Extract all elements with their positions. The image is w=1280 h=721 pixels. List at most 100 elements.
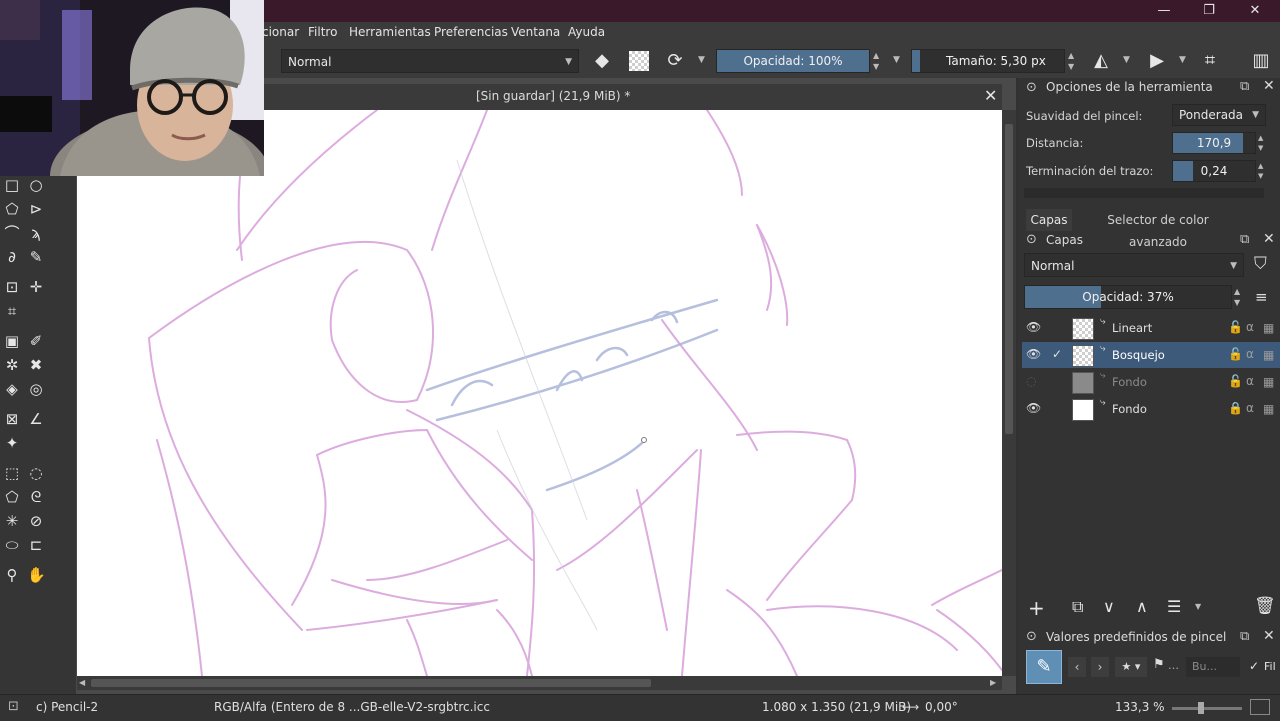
layer-row[interactable]: 👁 ⤷ Fondo 🔒 α ▦	[1022, 396, 1280, 422]
colorize-mask-icon[interactable]: ✖	[27, 356, 45, 374]
bookmark-icon[interactable]: ⚑	[1153, 657, 1165, 672]
zoom-tool-icon[interactable]: ⚲	[3, 566, 21, 584]
maximize-button[interactable]: ❐	[1197, 2, 1221, 20]
layer-opacity-stepper[interactable]: ▲ ▼	[1234, 286, 1240, 308]
chevron-down-icon[interactable]: ▼	[1195, 602, 1201, 611]
float-docker-icon[interactable]: ⧉	[1240, 79, 1249, 94]
tag-filter-icon[interactable]: ★ ▾	[1115, 657, 1147, 677]
gradient-tool-icon[interactable]: ▣	[3, 332, 21, 350]
opacity-slider[interactable]: Opacidad: 100%	[716, 49, 870, 73]
duplicate-layer-icon[interactable]: ⧉	[1072, 597, 1083, 617]
tool-options-scrollbar[interactable]	[1024, 188, 1264, 198]
freehand-select-icon[interactable]: ᘓ	[27, 488, 45, 506]
ellipse-tool-icon[interactable]: ○	[27, 176, 45, 194]
blend-mode-select[interactable]: Normal ▼	[281, 49, 579, 73]
menu-tools[interactable]: Herramientas	[349, 25, 431, 39]
freehand-path-icon[interactable]: ϡ	[27, 224, 45, 242]
similar-select-icon[interactable]: ⊘	[27, 512, 45, 530]
layer-blend-mode-select[interactable]: Normal ▼	[1024, 253, 1244, 277]
current-brush-preset-icon[interactable]: ✎	[1026, 650, 1062, 684]
layer-menu-icon[interactable]: ≡	[1255, 288, 1268, 306]
wrap-around-icon[interactable]: ⌗	[1199, 50, 1221, 72]
size-slider[interactable]: Tamaño: 5,30 px	[911, 49, 1065, 73]
smart-patch-icon[interactable]: ✲	[3, 356, 21, 374]
magnetic-select-icon[interactable]: ⊏	[27, 536, 45, 554]
delete-layer-icon[interactable]: 🗑	[1254, 596, 1276, 616]
polygon-tool-icon[interactable]: ⬠	[3, 200, 21, 218]
move-layer-up-icon[interactable]: ∧	[1136, 597, 1148, 616]
reload-preset-icon[interactable]: ⟳	[664, 50, 686, 72]
more-icon[interactable]: …	[1168, 659, 1179, 672]
vertical-scroll-thumb[interactable]	[1005, 124, 1013, 434]
drawing-canvas[interactable]	[77, 110, 1002, 676]
menu-window[interactable]: Ventana	[511, 25, 560, 39]
rect-select-icon[interactable]: ⬚	[3, 464, 21, 482]
inherit-alpha-icon[interactable]: ▦	[1263, 402, 1274, 416]
assistant-tool-icon[interactable]: ⊠	[3, 410, 21, 428]
menu-select[interactable]: cionar	[262, 25, 299, 39]
distance-slider[interactable]: 170,9	[1172, 132, 1256, 154]
vertical-scrollbar[interactable]	[1002, 110, 1016, 676]
close-docker-icon[interactable]: ✕	[1263, 231, 1275, 247]
lock-icon[interactable]: 🔓	[1228, 347, 1243, 361]
menu-preferences[interactable]: Preferencias	[434, 25, 508, 39]
close-window-button[interactable]: ✕	[1243, 2, 1267, 20]
hidden-eye-icon[interactable]: ◌	[1026, 374, 1036, 388]
chevron-down-icon[interactable]: ▼	[1123, 55, 1130, 65]
mirror-vertical-icon[interactable]: ▶	[1146, 50, 1168, 72]
rotation-icon[interactable]: ⟷	[902, 700, 919, 714]
rectangle-tool-icon[interactable]: □	[3, 176, 21, 194]
move-tool-icon[interactable]: ✛	[27, 278, 45, 296]
smoothing-select[interactable]: Ponderada ▼	[1172, 104, 1266, 126]
visibility-eye-icon[interactable]: 👁	[1026, 347, 1041, 361]
dynamic-brush-icon[interactable]: ∂	[3, 248, 21, 266]
filter-icon[interactable]: ⛉	[1254, 254, 1267, 274]
filter-checkbox[interactable]: ✓	[1249, 659, 1259, 673]
add-layer-icon[interactable]: +	[1028, 596, 1045, 620]
size-stepper[interactable]: ▲ ▼	[1068, 50, 1074, 72]
opacity-stepper[interactable]: ▲ ▼	[873, 50, 879, 72]
minimize-button[interactable]: —	[1152, 2, 1176, 20]
previous-preset-icon[interactable]: ‹	[1068, 657, 1086, 677]
alpha-icon[interactable]: α	[1246, 320, 1254, 334]
scroll-left-icon[interactable]: ◀	[79, 678, 85, 687]
close-docker-icon[interactable]: ✕	[1263, 628, 1275, 644]
workspace-icon[interactable]: ▥	[1250, 50, 1272, 72]
lock-icon[interactable]: 🔓	[1228, 320, 1243, 334]
chevron-down-icon[interactable]: ▼	[1179, 55, 1186, 65]
color-picker-icon[interactable]: ✐	[27, 332, 45, 350]
preset-search-input[interactable]: Bu...	[1186, 657, 1240, 677]
layer-row[interactable]: ◌ ⤷ Fondo 🔓 α ▦	[1022, 369, 1280, 395]
bezier-tool-icon[interactable]: ⌒	[3, 224, 21, 242]
pan-tool-icon[interactable]: ✋	[27, 566, 46, 584]
move-layer-down-icon[interactable]: ∨	[1103, 597, 1115, 616]
tab-layers[interactable]: Capas	[1026, 209, 1072, 231]
measure-tool-icon[interactable]: ∠	[27, 410, 45, 428]
alpha-icon[interactable]: α	[1246, 347, 1254, 361]
ellipse-select-icon[interactable]: ◌	[27, 464, 45, 482]
inherit-alpha-icon[interactable]: ▦	[1263, 348, 1274, 362]
fill-tool-icon[interactable]: ◈	[3, 380, 21, 398]
close-docker-icon[interactable]: ✕	[1263, 78, 1275, 94]
brush-preset-icon[interactable]: ⊡	[8, 699, 19, 714]
alpha-icon[interactable]: α	[1246, 401, 1254, 415]
eraser-icon[interactable]: ◆	[591, 50, 613, 72]
mirror-horizontal-icon[interactable]: ◭	[1090, 50, 1112, 72]
layer-row[interactable]: 👁 ⤷ Lineart 🔓 α ▦	[1022, 315, 1280, 341]
layer-properties-icon[interactable]: ☰	[1167, 597, 1181, 616]
contiguous-select-icon[interactable]: ✳	[3, 512, 21, 530]
inherit-alpha-icon[interactable]: ▦	[1263, 375, 1274, 389]
bezier-select-icon[interactable]: ⬭	[3, 536, 21, 554]
horizontal-scrollbar[interactable]: ◀ ▶	[77, 676, 1002, 690]
float-docker-icon[interactable]: ⧉	[1240, 232, 1249, 247]
alpha-lock-icon[interactable]	[629, 51, 649, 71]
polygon-select-icon[interactable]: ⬠	[3, 488, 21, 506]
inherit-alpha-icon[interactable]: ▦	[1263, 321, 1275, 335]
visibility-eye-icon[interactable]: 👁	[1026, 401, 1041, 415]
stroke-finish-slider[interactable]: 0,24	[1172, 160, 1256, 182]
alpha-icon[interactable]: α	[1246, 374, 1254, 388]
reference-tool-icon[interactable]: ✦	[3, 434, 21, 452]
zoom-slider-handle[interactable]	[1198, 702, 1204, 714]
layer-row-selected[interactable]: 👁 ✓ ⤷ Bosquejo 🔓 α ▦	[1022, 342, 1280, 368]
status-zoom[interactable]: 133,3 %	[1115, 700, 1165, 714]
